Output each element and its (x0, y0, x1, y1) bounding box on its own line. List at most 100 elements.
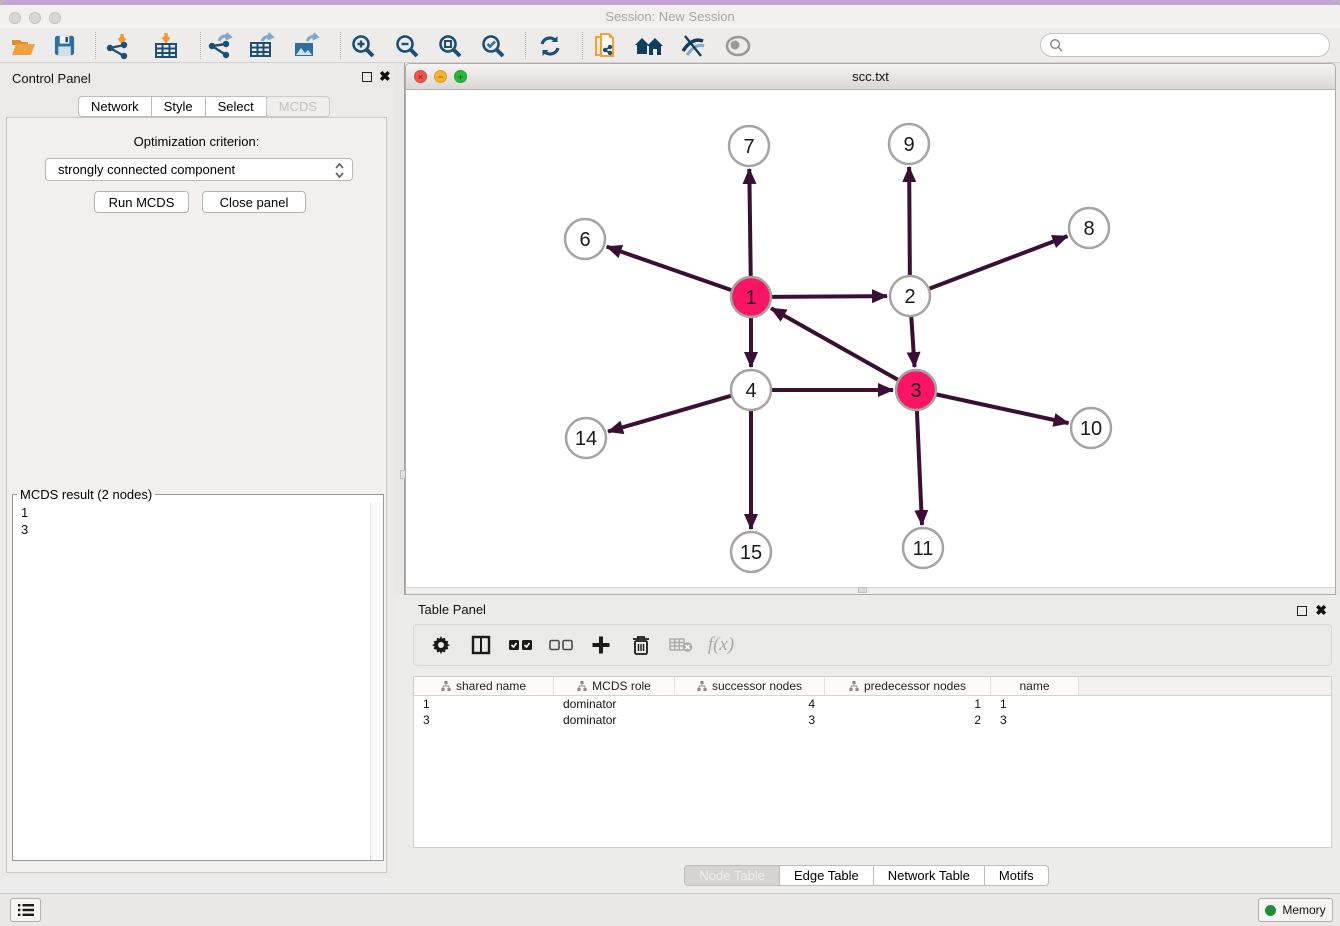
eye-icon (724, 35, 752, 57)
delete-column-button[interactable] (628, 632, 654, 658)
table-row[interactable]: 3dominator323 (414, 712, 1331, 728)
tab-motifs[interactable]: Motifs (985, 865, 1049, 886)
zoom-in-button[interactable] (346, 31, 380, 60)
float-panel-icon[interactable] (362, 72, 372, 82)
node-label: 6 (579, 229, 590, 251)
show-column-button[interactable] (468, 632, 494, 658)
column-header-predecessor-nodes[interactable]: predecessor nodes (825, 677, 991, 695)
import-network-icon (104, 32, 132, 60)
close-panel-icon[interactable]: ✖ (379, 68, 391, 85)
edge-1-6[interactable] (607, 247, 732, 291)
column-type-icon (697, 681, 707, 691)
cell-successor-nodes[interactable]: 3 (675, 712, 825, 728)
network-canvas[interactable]: 7968124310141511 (406, 90, 1335, 587)
titlebar: Session: New Session (0, 5, 1340, 28)
edge-3-1[interactable] (771, 308, 899, 380)
application-window: Session: New Session (0, 0, 1340, 926)
column-header-name[interactable]: name (991, 677, 1079, 695)
column-header-successor-nodes[interactable]: successor nodes (675, 677, 825, 695)
deselect-all-rows-button[interactable] (548, 632, 574, 658)
cell-shared-name[interactable]: 1 (414, 696, 554, 712)
export-image-button[interactable] (289, 31, 323, 60)
cell-name[interactable]: 3 (991, 712, 1079, 728)
node-table[interactable]: shared name MCDS role successor nodes prede… (413, 676, 1332, 848)
edge-3-10[interactable] (936, 394, 1069, 423)
column-label: MCDS role (592, 679, 651, 693)
zoom-out-button[interactable] (390, 31, 424, 60)
close-panel-button[interactable]: Close panel (202, 191, 306, 213)
edge-3-11[interactable] (917, 410, 922, 525)
function-builder-button[interactable]: f(x) (708, 632, 734, 658)
control-panel-title: Control Panel (12, 71, 91, 86)
export-table-button[interactable] (245, 31, 279, 60)
cell-predecessor-nodes[interactable]: 2 (825, 712, 991, 728)
column-label: successor nodes (712, 679, 802, 693)
tab-node-table[interactable]: Node Table (684, 865, 780, 886)
clone-network-button[interactable] (589, 31, 623, 60)
cell-MCDS-role[interactable]: dominator (554, 712, 675, 728)
refresh-button[interactable] (533, 31, 567, 60)
memory-status-dot (1265, 905, 1276, 916)
tab-edge-table[interactable]: Edge Table (780, 865, 874, 886)
memory-button[interactable]: Memory (1258, 898, 1333, 922)
close-table-panel-icon[interactable]: ✖ (1315, 602, 1327, 619)
cell-name[interactable]: 1 (991, 696, 1079, 712)
cell-MCDS-role[interactable]: dominator (554, 696, 675, 712)
zoom-selected-button[interactable] (476, 31, 510, 60)
first-neighbors-button[interactable] (632, 31, 666, 60)
tab-style[interactable]: Style (152, 96, 206, 117)
table-row[interactable]: 1dominator411 (414, 696, 1331, 712)
import-table-button[interactable] (149, 31, 183, 60)
optimization-criterion-select[interactable]: strongly connected component (45, 158, 353, 181)
cell-successor-nodes[interactable]: 4 (675, 696, 825, 712)
tab-mcds[interactable]: MCDS (266, 96, 330, 117)
edge-1-2[interactable] (771, 296, 887, 297)
split-grabber-horizontal[interactable] (858, 587, 867, 593)
edge-1-7[interactable] (749, 169, 750, 277)
result-scrollbar[interactable] (370, 502, 383, 860)
import-network-button[interactable] (101, 31, 135, 60)
export-image-icon (292, 32, 320, 60)
float-table-panel-icon[interactable] (1297, 606, 1307, 616)
gear-icon (431, 635, 451, 655)
edge-2-8[interactable] (929, 236, 1068, 289)
network-window-title: scc.txt (406, 69, 1335, 84)
edge-2-3[interactable] (911, 316, 914, 367)
table-header-row: shared name MCDS role successor nodes prede… (414, 677, 1331, 696)
column-header-shared-name[interactable]: shared name (414, 677, 554, 695)
list-icon (18, 903, 34, 917)
tab-network-table[interactable]: Network Table (874, 865, 985, 886)
tab-select[interactable]: Select (206, 96, 267, 117)
zoom-fit-button[interactable] (433, 31, 467, 60)
cell-shared-name[interactable]: 3 (414, 712, 554, 728)
save-session-button[interactable] (47, 31, 81, 60)
hide-graphics-details-button[interactable] (676, 31, 710, 60)
column-header-MCDS-role[interactable]: MCDS role (554, 677, 675, 695)
save-disk-icon (53, 34, 76, 57)
edge-2-9[interactable] (909, 167, 910, 276)
mcds-result-title: MCDS result (2 nodes) (17, 487, 155, 502)
import-table-icon (152, 32, 180, 60)
export-network-button[interactable] (203, 31, 237, 60)
trash-icon (632, 635, 650, 655)
add-column-button[interactable] (588, 632, 614, 658)
mcds-result-textarea[interactable]: 1 3 (13, 502, 383, 860)
column-label: name (1019, 679, 1049, 693)
node-label: 9 (903, 134, 914, 156)
open-session-button[interactable] (6, 31, 40, 60)
network-window-titlebar[interactable]: × − + scc.txt (406, 64, 1335, 90)
table-settings-button[interactable] (428, 632, 454, 658)
tab-network[interactable]: Network (78, 96, 152, 117)
search-input[interactable] (1040, 33, 1330, 57)
cell-predecessor-nodes[interactable]: 1 (825, 696, 991, 712)
task-history-button[interactable] (10, 898, 41, 922)
node-label: 14 (575, 428, 597, 450)
select-all-rows-button[interactable] (508, 632, 534, 658)
run-mcds-button[interactable]: Run MCDS (94, 191, 189, 213)
edge-4-14[interactable] (608, 396, 732, 432)
open-folder-icon (10, 34, 36, 58)
export-table-icon (248, 32, 276, 60)
node-label: 10 (1080, 418, 1102, 440)
show-graphics-details-button[interactable] (721, 31, 755, 60)
delete-table-button[interactable] (668, 632, 694, 658)
